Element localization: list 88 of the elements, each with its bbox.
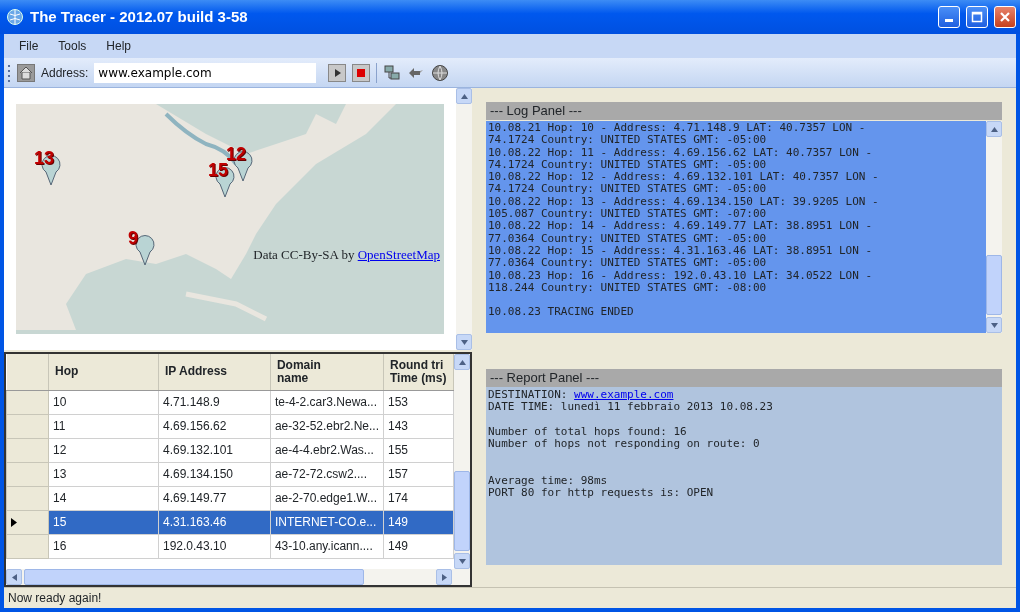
table-cell: 153 — [383, 390, 454, 414]
up-arrow-icon — [990, 126, 998, 132]
table-cell: 174 — [383, 486, 454, 510]
scroll-up-button[interactable] — [454, 354, 470, 370]
table-cell: 4.69.149.77 — [158, 486, 271, 510]
scroll-down-button[interactable] — [986, 317, 1002, 333]
down-arrow-icon — [460, 339, 468, 345]
table-cell: 14 — [48, 486, 159, 510]
row-header-corner — [6, 354, 49, 390]
table-cell: 4.69.134.150 — [158, 462, 271, 486]
scrollbar-thumb[interactable] — [454, 471, 470, 551]
table-cell: 4.69.132.101 — [158, 438, 271, 462]
destination-link[interactable]: www.example.com — [574, 388, 674, 401]
table-cell: INTERNET-CO.e... — [270, 510, 384, 534]
address-label: Address: — [41, 64, 89, 82]
table-cell: 155 — [383, 438, 454, 462]
network-icon[interactable] — [383, 63, 402, 82]
vertical-scrollbar[interactable] — [454, 354, 470, 569]
globe-icon[interactable] — [431, 63, 450, 82]
vertical-scrollbar[interactable] — [456, 88, 472, 350]
up-arrow-icon — [458, 359, 466, 365]
column-header[interactable]: Round tri Time (ms) — [383, 354, 454, 390]
report-text: DATE TIME: lunedì 11 febbraio 2013 10.08.23 — [488, 401, 774, 414]
menu-item[interactable]: Help — [97, 35, 141, 57]
row-header[interactable] — [6, 510, 49, 534]
minimize-button[interactable] — [938, 6, 960, 28]
table-cell: ae-4-4.ebr2.Was... — [270, 438, 384, 462]
table-cell: 15 — [48, 510, 159, 534]
scroll-up-button[interactable] — [456, 88, 472, 104]
status-text: Now ready again! — [4, 587, 1016, 608]
down-arrow-icon — [458, 558, 466, 564]
table-cell: ae-2-70.edge1.W... — [270, 486, 384, 510]
table-cell: 12 — [48, 438, 159, 462]
menu-item[interactable]: Tools — [49, 35, 96, 57]
table-cell: 10 — [48, 390, 159, 414]
report-text: DESTINATION: — [488, 388, 569, 401]
menu-item[interactable]: File — [10, 35, 48, 57]
table-cell: 192.0.43.10 — [158, 534, 271, 558]
scroll-down-button[interactable] — [454, 553, 470, 569]
toolbar-grip-icon — [8, 63, 11, 82]
table-cell: 43-10.any.icann.... — [270, 534, 384, 558]
map-attribution: Data CC-By-SA by OpenStreetMap — [253, 247, 440, 263]
up-arrow-icon — [460, 93, 468, 99]
table-cell: 13 — [48, 462, 159, 486]
panel-header: --- Report Panel --- — [486, 369, 1002, 387]
table-cell: 16 — [48, 534, 159, 558]
scroll-right-button[interactable] — [436, 569, 452, 585]
window-title: The Tracer - 2012.07 build 3-58 — [30, 6, 249, 27]
table-cell: 11 — [48, 414, 159, 438]
table-cell: ae-32-52.ebr2.Ne... — [270, 414, 384, 438]
scrollbar-thumb[interactable] — [986, 255, 1002, 315]
vertical-scrollbar[interactable] — [986, 121, 1002, 333]
table-cell: 4.71.148.9 — [158, 390, 271, 414]
table-cell: te-4-2.car3.Newa... — [270, 390, 384, 414]
table-cell: 149 — [383, 534, 454, 558]
report-text: Average time: 98ms PORT 80 for http requests is: OPEN — [488, 475, 715, 500]
horizontal-scrollbar[interactable] — [6, 569, 470, 585]
column-header[interactable]: IP Address — [158, 354, 271, 390]
right-arrow-icon — [441, 573, 447, 581]
play-icon[interactable] — [328, 63, 347, 82]
column-header[interactable]: Domain name — [270, 354, 384, 390]
table-cell: ae-72-72.csw2.... — [270, 462, 384, 486]
panel-header: --- Log Panel --- — [486, 102, 1002, 120]
scroll-up-button[interactable] — [986, 121, 1002, 137]
stop-icon[interactable] — [352, 63, 371, 82]
minimize-icon — [945, 19, 953, 22]
table-cell: 4.31.163.46 — [158, 510, 271, 534]
column-header[interactable]: Hop — [48, 354, 159, 390]
address-field[interactable]: www.example.com — [94, 62, 317, 83]
scroll-left-button[interactable] — [6, 569, 22, 585]
report-text: Number of total hops found: 16 Number of hops not responding on route: 0 — [488, 425, 761, 451]
table-cell: 157 — [383, 462, 454, 486]
close-button[interactable] — [994, 6, 1016, 28]
maximize-icon — [971, 11, 983, 23]
scroll-down-button[interactable] — [456, 334, 472, 350]
close-icon — [999, 11, 1011, 23]
current-row-icon — [11, 518, 17, 528]
maximize-button[interactable] — [966, 6, 988, 28]
left-arrow-icon — [11, 573, 17, 581]
attribution-link[interactable]: OpenStreetMap — [357, 247, 440, 262]
log-text: 10.08.21 Hop: 10 - Address: 4.71.148.9 LAT: 40.7357 LON - 74.1724 Country: UNITED STATES GMT: -05:00 10.08.22 Hop: 11 - Address: 4.69.156.62 LAT: 40.7357 LON - 74.1724 Country: UNITED STATES GMT: -05:00 10.08.22 Hop: 12 - Address: 4.69.132.101 LAT: 40.7357 LON - 74.1724 Country: UNITED STATES GMT: -05:00 10.08.22 Hop: 13 - Address: 4.69.134.150 LAT: 39.9205 LON - 105.087 Country: UNITED STATES GMT: -07:00 10.08.22 Hop: 14 - Address: 4.69.149.77 LAT: 38.8951 LON - 77.0364 Country: UNITED STATES GMT: -05:00 10.08.22 Hop: 15 - Address: 4.31.163.46 LAT: 38.8951 LON - 77.0364 Country: UNITED STATES GMT: -05:00 10.08.23 Hop: 16 - Address: 192.0.43.10 LAT: 34.0522 LON - 118.244 Country: UNITED STATES GMT: -08:00 10.08.23 TRACING ENDED — [487, 121, 880, 321]
home-icon[interactable] — [17, 63, 35, 82]
table-cell: 4.69.156.62 — [158, 414, 271, 438]
scrollbar-thumb[interactable] — [24, 569, 364, 585]
table-cell: 143 — [383, 414, 454, 438]
down-arrow-icon — [990, 322, 998, 328]
map-view[interactable]: 13 12 15 9 Data CC-By-SA by OpenStreetMap — [16, 104, 444, 334]
globe-icon — [6, 8, 24, 26]
